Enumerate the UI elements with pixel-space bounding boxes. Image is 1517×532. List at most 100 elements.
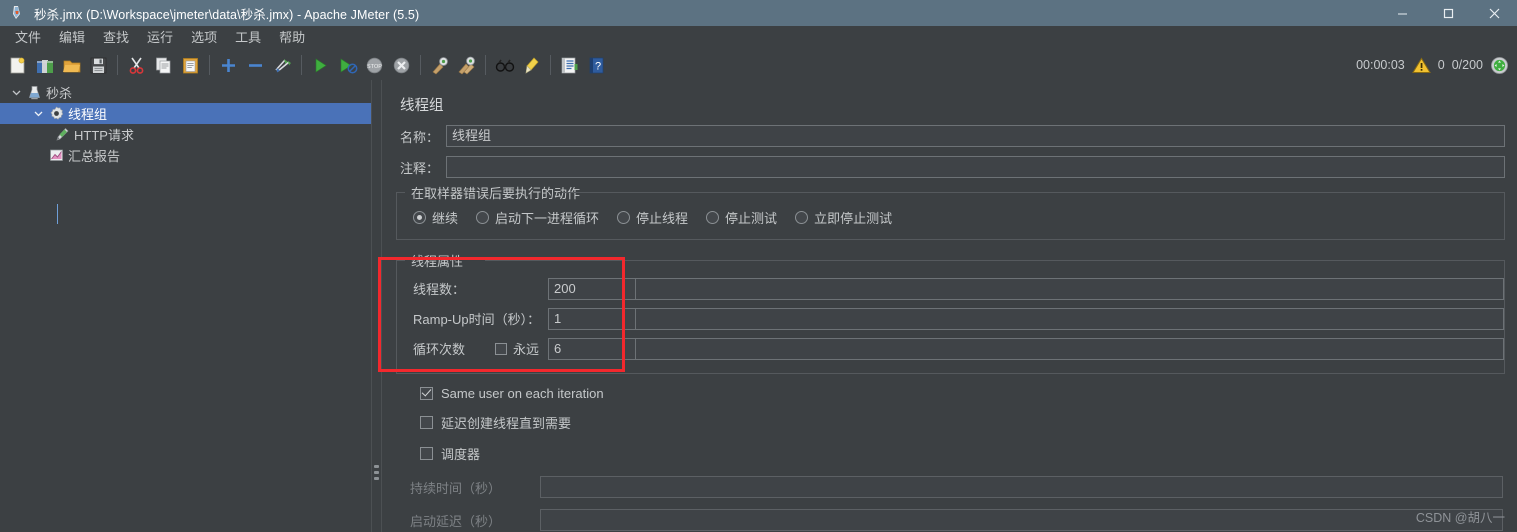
start-no-pauses-icon[interactable]: [334, 52, 361, 78]
threads-row: 线程数： 200: [397, 277, 1504, 300]
thread-properties-group: 线程属性 线程数： 200 Ramp-Up时间（秒）： 1 循环次数 永远 6: [396, 251, 1505, 374]
radio-continue-label: 继续: [432, 211, 459, 226]
threads-input-extension[interactable]: [636, 277, 1504, 300]
error-action-radios: 继续 启动下一进程循环 停止线程 停止测试 立即停止测试: [397, 202, 1504, 231]
toggle-icon[interactable]: [269, 52, 296, 78]
toolbar-separator: [301, 55, 302, 75]
scheduler-label: 调度器: [441, 447, 481, 462]
rampup-input[interactable]: 1: [548, 307, 636, 330]
loops-input[interactable]: 6: [548, 337, 636, 360]
green-circle-icon[interactable]: [1490, 56, 1509, 75]
menu-search[interactable]: 查找: [94, 27, 138, 49]
shutdown-icon[interactable]: [388, 52, 415, 78]
scheduler-checkbox-indicator[interactable]: [420, 447, 433, 460]
watermark: CSDN @胡八一: [1415, 511, 1505, 525]
search-icon[interactable]: [491, 52, 518, 78]
loops-forever-label: 永远: [513, 342, 540, 357]
loops-label: 循环次数: [413, 342, 466, 357]
thread-group-editor: 线程组 名称： 线程组 注释： 在取样器错误后要执行的动作 继续 启动下一进程循…: [382, 80, 1517, 532]
menu-file[interactable]: 文件: [6, 27, 50, 49]
radio-stop-thread[interactable]: 停止线程: [617, 208, 688, 227]
loops-input-extension[interactable]: [636, 337, 1504, 360]
splitter-grip[interactable]: [374, 465, 379, 483]
open-folder-icon[interactable]: [58, 52, 85, 78]
new-document-icon[interactable]: [4, 52, 31, 78]
same-user-checkbox-indicator[interactable]: [420, 387, 433, 400]
templates-icon[interactable]: [31, 52, 58, 78]
radio-stop-test-now-label: 立即停止测试: [814, 211, 893, 226]
copy-icon[interactable]: [150, 52, 177, 78]
toolbar-separator: [209, 55, 210, 75]
radio-stop-test-indicator[interactable]: [706, 211, 720, 224]
duration-row: 持续时间（秒）: [382, 475, 1517, 499]
loops-forever-checkbox[interactable]: 永远: [495, 339, 548, 358]
chevron-down-icon[interactable]: [30, 109, 46, 118]
tree-node-summary-report[interactable]: 汇总报告: [0, 145, 371, 166]
tree-connector-line: [57, 204, 58, 224]
name-row: 名称： 线程组: [382, 125, 1517, 147]
radio-stop-test-now[interactable]: 立即停止测试: [795, 208, 892, 227]
pane-splitter[interactable]: [371, 80, 382, 532]
close-button[interactable]: [1471, 0, 1517, 26]
warning-triangle-icon[interactable]: [1411, 57, 1431, 74]
menu-tools[interactable]: 工具: [226, 27, 270, 49]
title-bar: 秒杀.jmx (D:\Workspace\jmeter\data\秒杀.jmx)…: [0, 0, 1517, 26]
delay-thread-creation-checkbox[interactable]: 延迟创建线程直到需要: [382, 413, 1517, 432]
clear-icon[interactable]: [426, 52, 453, 78]
rampup-row: Ramp-Up时间（秒）： 1: [397, 307, 1504, 330]
radio-start-next-loop-indicator[interactable]: [476, 211, 490, 224]
comment-input[interactable]: [446, 156, 1505, 178]
cut-icon[interactable]: [123, 52, 150, 78]
menu-edit[interactable]: 编辑: [50, 27, 94, 49]
tree-node-label: 汇总报告: [68, 149, 121, 164]
toolbar-separator: [485, 55, 486, 75]
radio-stop-test[interactable]: 停止测试: [706, 208, 777, 227]
startup-delay-input: [540, 509, 1503, 531]
loops-forever-checkbox-indicator[interactable]: [495, 342, 507, 355]
radio-start-next-loop[interactable]: 启动下一进程循环: [476, 208, 599, 227]
menu-options[interactable]: 选项: [182, 27, 226, 49]
rampup-input-extension[interactable]: [636, 307, 1504, 330]
tree-node-test-plan[interactable]: 秒杀: [0, 82, 371, 103]
chevron-down-icon[interactable]: [8, 88, 24, 97]
reset-search-icon[interactable]: [518, 52, 545, 78]
startup-delay-row: 启动延迟（秒）: [382, 508, 1517, 532]
stop-icon[interactable]: STOP: [361, 52, 388, 78]
svg-text:?: ?: [595, 60, 601, 72]
tree-node-label: 秒杀: [46, 86, 73, 101]
radio-stop-test-now-indicator[interactable]: [795, 211, 809, 224]
paste-icon[interactable]: [177, 52, 204, 78]
collapse-all-icon[interactable]: [242, 52, 269, 78]
threads-input[interactable]: 200: [548, 277, 636, 300]
same-user-label: Same user on each iteration: [441, 386, 604, 401]
comment-row: 注释：: [382, 156, 1517, 178]
menu-help[interactable]: 帮助: [270, 27, 314, 49]
help-icon[interactable]: ?: [583, 52, 610, 78]
same-user-checkbox[interactable]: Same user on each iteration: [382, 386, 1517, 401]
delay-thread-creation-checkbox-indicator[interactable]: [420, 416, 433, 429]
name-input[interactable]: 线程组: [446, 125, 1505, 147]
radio-stop-thread-indicator[interactable]: [617, 211, 631, 224]
clear-all-icon[interactable]: [453, 52, 480, 78]
radio-continue[interactable]: 继续: [413, 208, 458, 227]
duration-label: 持续时间（秒）: [410, 480, 502, 496]
save-icon[interactable]: [85, 52, 112, 78]
expand-all-icon[interactable]: [215, 52, 242, 78]
duration-input: [540, 476, 1503, 498]
maximize-button[interactable]: [1425, 0, 1471, 26]
minimize-button[interactable]: [1379, 0, 1425, 26]
tree-node-http-request[interactable]: HTTP请求: [0, 124, 371, 145]
radio-start-next-loop-label: 启动下一进程循环: [495, 211, 600, 226]
jmeter-window: 秒杀.jmx (D:\Workspace\jmeter\data\秒杀.jmx)…: [0, 0, 1517, 532]
threads-label: 线程数：: [413, 282, 466, 297]
scheduler-checkbox[interactable]: 调度器: [382, 444, 1517, 463]
tree-node-thread-group[interactable]: 线程组: [0, 103, 371, 124]
radio-stop-thread-label: 停止线程: [636, 211, 689, 226]
thread-properties-group-title: 线程属性: [407, 251, 468, 270]
start-icon[interactable]: [307, 52, 334, 78]
http-request-icon: [52, 127, 72, 142]
test-plan-tree[interactable]: 秒杀 线程组 HTTP请求 汇总报告: [0, 80, 371, 532]
radio-continue-indicator[interactable]: [413, 211, 426, 224]
function-helper-icon[interactable]: [556, 52, 583, 78]
menu-run[interactable]: 运行: [138, 27, 182, 49]
